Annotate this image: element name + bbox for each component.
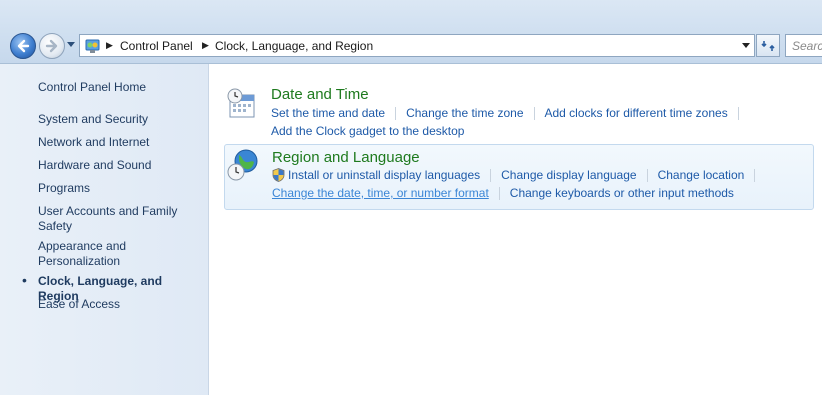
nav-programs[interactable]: Programs (38, 181, 203, 196)
forward-button[interactable] (39, 33, 65, 59)
nav-appearance[interactable]: Appearance and Personalization (38, 239, 148, 269)
divider (498, 187, 500, 201)
link-install-uninstall-languages[interactable]: Install or uninstall display languages (288, 168, 480, 182)
date-time-links-row-1: Set the time and date Change the time zon… (271, 106, 749, 121)
search-input[interactable]: Search (785, 34, 822, 57)
calendar-clock-icon[interactable] (226, 87, 260, 121)
section-title-date-and-time[interactable]: Date and Time (271, 86, 369, 103)
date-time-links-row-2: Add the Clock gadget to the desktop (271, 124, 464, 138)
back-arrow-icon (17, 39, 30, 53)
breadcrumb-separator-icon[interactable]: ▶ (202, 40, 209, 51)
chevron-down-icon (742, 43, 750, 48)
breadcrumb-current[interactable]: Clock, Language, and Region (215, 39, 373, 53)
refresh-button[interactable] (756, 34, 780, 57)
forward-arrow-icon (45, 39, 58, 53)
nav-control-panel-home[interactable]: Control Panel Home (38, 80, 203, 95)
divider (533, 107, 535, 121)
nav-user-accounts[interactable]: User Accounts and Family Safety (38, 204, 188, 234)
breadcrumb-separator-icon[interactable]: ▶ (106, 40, 113, 51)
recent-pages-dropdown-icon[interactable] (67, 42, 75, 48)
navigation-bar: ▶ Control Panel ▶ Clock, Language, and R… (0, 0, 822, 64)
main-content: Date and Time Set the time and date Chang… (209, 64, 822, 395)
divider (754, 169, 756, 183)
section-title-region-and-language[interactable]: Region and Language (272, 149, 420, 166)
divider (646, 169, 648, 183)
region-language-links-row-1: Install or uninstall display languages Ch… (272, 168, 765, 183)
address-bar[interactable]: ▶ Control Panel ▶ Clock, Language, and R… (79, 34, 755, 57)
nav-ease-of-access[interactable]: Ease of Access (38, 297, 203, 312)
back-button[interactable] (10, 33, 36, 59)
region-language-links-row-2: Change the date, time, or number format C… (272, 186, 734, 201)
link-change-display-language[interactable]: Change display language (501, 168, 636, 182)
refresh-icon (761, 40, 775, 51)
link-set-time-and-date[interactable]: Set the time and date (271, 106, 385, 120)
breadcrumb-control-panel[interactable]: Control Panel (120, 39, 193, 53)
divider (737, 107, 739, 121)
uac-shield-icon (272, 168, 285, 182)
divider (395, 107, 397, 121)
link-add-clock-gadget[interactable]: Add the Clock gadget to the desktop (271, 124, 464, 138)
nav-system-and-security[interactable]: System and Security (38, 112, 203, 127)
section-date-and-time: Date and Time Set the time and date Chang… (224, 84, 814, 140)
nav-hardware-and-sound[interactable]: Hardware and Sound (38, 158, 203, 173)
link-change-keyboards[interactable]: Change keyboards or other input methods (510, 186, 734, 200)
link-change-date-time-number-format[interactable]: Change the date, time, or number format (272, 186, 489, 200)
current-page-bullet: • (22, 272, 27, 288)
left-navigation-pane: Control Panel Home System and Security N… (0, 64, 209, 395)
divider (490, 169, 492, 183)
control-panel-icon (85, 39, 100, 53)
link-change-time-zone[interactable]: Change the time zone (406, 106, 523, 120)
section-region-and-language: Region and Language Install or uninstall… (224, 144, 814, 210)
globe-clock-icon[interactable] (227, 148, 261, 182)
address-history-dropdown[interactable] (738, 35, 754, 56)
link-add-clocks[interactable]: Add clocks for different time zones (545, 106, 728, 120)
nav-network-and-internet[interactable]: Network and Internet (38, 135, 203, 150)
link-change-location[interactable]: Change location (658, 168, 745, 182)
